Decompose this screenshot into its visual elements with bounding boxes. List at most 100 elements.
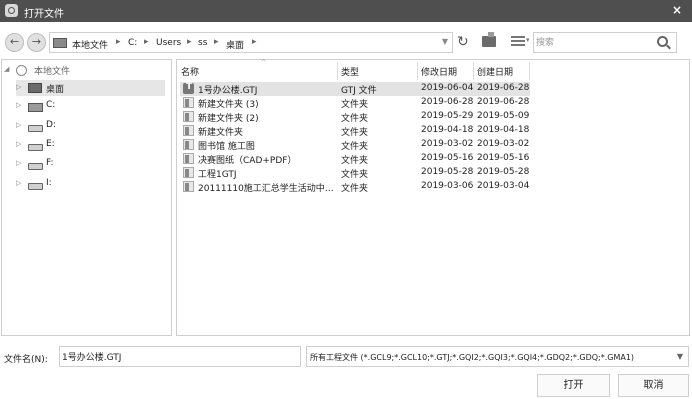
tree-item-label: C: [46, 100, 56, 110]
view-options-icon[interactable] [511, 36, 525, 47]
column-header-name[interactable]: 名称 [181, 65, 199, 78]
filename-input[interactable] [62, 349, 298, 364]
file-list: ^ 名称 类型 修改日期 创建日期 1号办公楼.GTJ GTJ 文件 2019-… [176, 59, 690, 336]
expand-arrow-icon[interactable]: ▷ [16, 83, 21, 91]
new-folder-icon[interactable] [482, 32, 496, 47]
tree-item-i-drive[interactable]: ▷ I: [16, 176, 165, 192]
file-type: 文件夹 [341, 142, 369, 152]
close-icon[interactable]: × [672, 3, 682, 17]
clock-icon [16, 65, 27, 76]
drive-icon [28, 125, 43, 132]
file-row[interactable]: 工程1GTJ 文件夹 2019-05-28 2019-05-28 [180, 166, 530, 180]
expand-arrow-icon[interactable]: ▷ [16, 140, 21, 148]
forward-arrow-icon[interactable]: → [27, 33, 46, 52]
view-options-caret-icon[interactable]: ▾ [526, 36, 530, 44]
folder-icon [183, 139, 194, 150]
column-header-created[interactable]: 创建日期 [477, 65, 513, 78]
file-type: 文件夹 [341, 184, 369, 194]
column-divider[interactable] [473, 62, 474, 80]
expand-arrow-icon[interactable]: ▷ [16, 179, 21, 187]
system-drive-icon [28, 103, 43, 112]
folder-icon [183, 97, 194, 108]
address-bar[interactable]: 本地文件 ▸ C: ▸ Users ▸ ss ▸ 桌面 ▸ ▼ [49, 32, 453, 53]
tree-item-f-drive[interactable]: ▷ F: [16, 156, 165, 172]
breadcrumb-ss[interactable]: ss [198, 38, 207, 48]
file-row[interactable]: 新建文件夹 文件夹 2019-04-18 2019-04-18 [180, 124, 530, 138]
column-header-modified[interactable]: 修改日期 [421, 65, 457, 78]
file-name: 新建文件夹 [198, 128, 244, 138]
breadcrumb-separator[interactable]: ▸ [214, 37, 219, 47]
open-button[interactable]: 打开 [537, 374, 610, 397]
folder-icon [183, 167, 194, 178]
file-row[interactable]: 20111110施工汇总学生活动中… 文件夹 2019-03-06 2019-0… [180, 180, 530, 194]
file-modified: 2019-05-29 [421, 111, 474, 121]
filename-box[interactable] [59, 346, 301, 367]
file-row[interactable]: 新建文件夹 (2) 文件夹 2019-05-29 2019-05-09 [180, 110, 530, 124]
file-name: 决赛图纸（CAD+PDF） [198, 156, 297, 166]
file-name: 工程1GTJ [198, 170, 237, 180]
window-title: 打开文件 [24, 9, 64, 20]
tree-item-d-drive[interactable]: ▷ D: [16, 118, 165, 134]
file-name: 1号办公楼.GTJ [198, 86, 258, 96]
file-type: 文件夹 [341, 156, 369, 166]
collapse-arrow-icon[interactable]: ◢ [4, 65, 9, 73]
file-name: 新建文件夹 (2) [198, 114, 259, 124]
filetype-select[interactable]: 所有工程文件 (*.GCL9;*.GCL10;*.GTJ;*.GQI2;*.GQ… [306, 346, 689, 367]
folder-icon [183, 153, 194, 164]
navigation-tree: ◢ 本地文件 ▷ 桌面 ▷ C: ▷ D: ▷ E: ▷ F: ▷ I: [1, 59, 172, 336]
folder-icon [183, 111, 194, 122]
file-type: 文件夹 [341, 128, 369, 138]
file-name: 20111110施工汇总学生活动中… [198, 184, 334, 194]
expand-arrow-icon[interactable]: ▷ [16, 101, 21, 109]
file-type: 文件夹 [341, 100, 369, 110]
breadcrumb-users[interactable]: Users [156, 38, 181, 48]
address-dropdown-icon[interactable]: ▼ [442, 37, 448, 46]
breadcrumb-desktop[interactable]: 桌面 [226, 38, 244, 51]
breadcrumb-separator[interactable]: ▸ [144, 37, 149, 47]
expand-arrow-icon[interactable]: ▷ [16, 121, 21, 129]
gtj-file-icon [183, 82, 194, 94]
file-row[interactable]: 图书馆 施工图 文件夹 2019-03-02 2019-03-02 [180, 138, 530, 152]
column-divider[interactable] [529, 62, 530, 80]
file-modified: 2019-05-28 [421, 167, 474, 177]
file-created: 2019-05-28 [477, 167, 530, 177]
file-created: 2019-05-09 [477, 111, 530, 121]
column-divider[interactable] [417, 62, 418, 80]
refresh-icon[interactable]: ↻ [457, 34, 469, 50]
file-name: 图书馆 施工图 [198, 142, 255, 152]
file-modified: 2019-06-04 [421, 83, 474, 93]
breadcrumb-separator[interactable]: ▸ [187, 37, 192, 47]
tree-item-c-drive[interactable]: ▷ C: [16, 98, 165, 114]
file-row[interactable]: 新建文件夹 (3) 文件夹 2019-06-28 2019-06-28 [180, 96, 530, 110]
tree-item-local-files[interactable]: ◢ 本地文件 [4, 62, 154, 78]
file-row[interactable]: 1号办公楼.GTJ GTJ 文件 2019-06-04 2019-06-28 [180, 82, 530, 96]
tree-item-label: F: [46, 158, 54, 168]
search-input[interactable] [536, 35, 654, 50]
breadcrumb-separator[interactable]: ▸ [252, 37, 257, 47]
back-arrow-icon[interactable]: ← [5, 33, 24, 52]
chevron-down-icon[interactable]: ▼ [677, 352, 683, 361]
search-icon[interactable] [657, 36, 668, 47]
file-name: 新建文件夹 (3) [198, 100, 259, 110]
column-header-type[interactable]: 类型 [341, 65, 359, 78]
computer-icon [53, 38, 67, 48]
tree-root-label: 本地文件 [34, 67, 71, 77]
file-created: 2019-03-04 [477, 181, 530, 191]
toolbar: ← → 本地文件 ▸ C: ▸ Users ▸ ss ▸ 桌面 ▸ ▼ ↻ ▾ [0, 26, 692, 56]
cancel-button[interactable]: 取消 [618, 374, 689, 397]
file-row[interactable]: 决赛图纸（CAD+PDF） 文件夹 2019-05-16 2019-05-16 [180, 152, 530, 166]
file-created: 2019-06-28 [477, 83, 530, 93]
breadcrumb-local-files[interactable]: 本地文件 [72, 38, 108, 51]
column-divider[interactable] [337, 62, 338, 80]
drive-icon [28, 183, 43, 190]
tree-item-desktop[interactable]: ▷ 桌面 [16, 80, 165, 96]
drive-icon [28, 144, 43, 151]
file-modified: 2019-03-06 [421, 181, 474, 191]
expand-arrow-icon[interactable]: ▷ [16, 159, 21, 167]
file-created: 2019-03-02 [477, 139, 530, 149]
breadcrumb-separator[interactable]: ▸ [116, 37, 121, 47]
search-box[interactable] [533, 32, 677, 53]
tree-item-e-drive[interactable]: ▷ E: [16, 137, 165, 153]
app-icon [5, 4, 18, 17]
breadcrumb-c-drive[interactable]: C: [128, 38, 137, 48]
